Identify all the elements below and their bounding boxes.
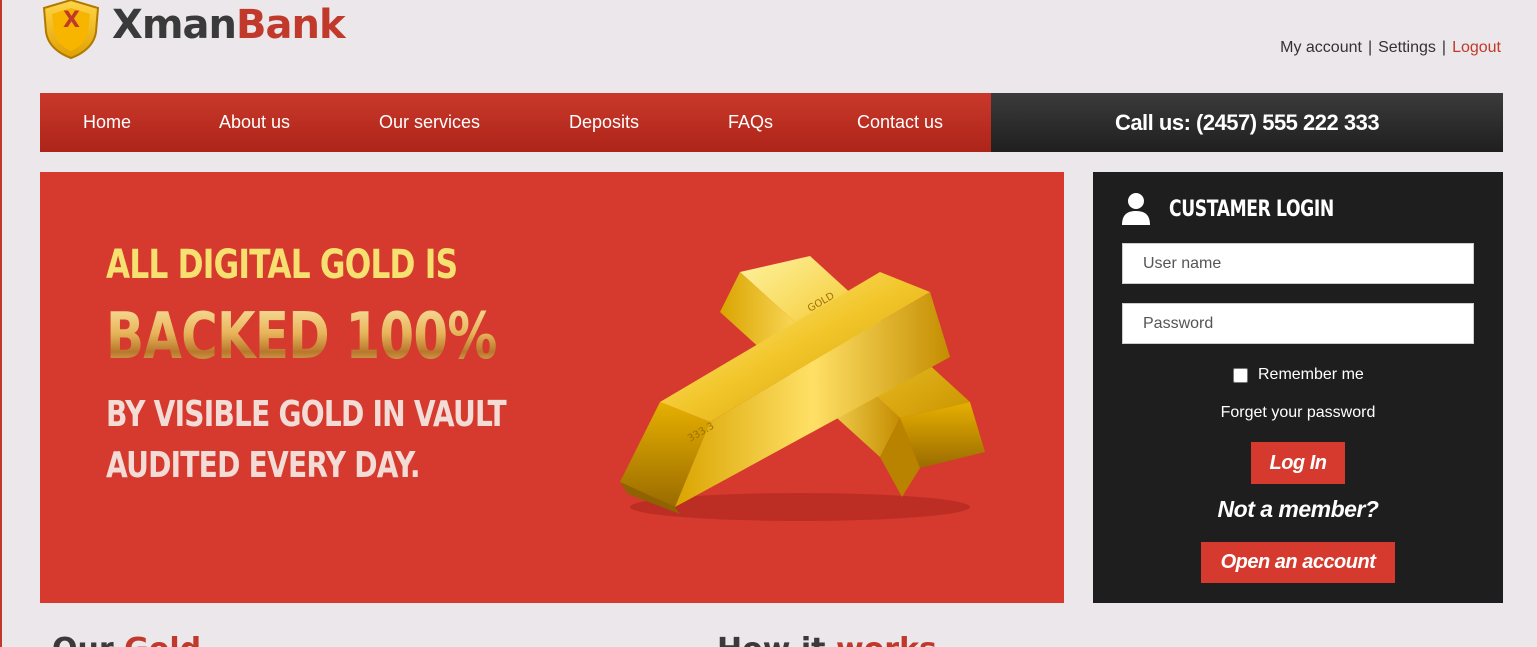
username-input[interactable] — [1122, 243, 1474, 284]
hero-headline-line1: All digital gold is — [106, 242, 458, 288]
nav-item-contact-us[interactable]: Contact us — [857, 112, 943, 133]
how-it-works-heading: How it works — [717, 632, 937, 647]
our-gold-heading-part1: Our — [52, 632, 124, 647]
not-a-member-text: Not a member? — [1217, 496, 1379, 522]
brand-name: XmanBank — [112, 2, 346, 48]
open-account-button[interactable]: Open an account — [1201, 542, 1395, 583]
login-button[interactable]: Log In — [1251, 442, 1345, 484]
nav-item-home[interactable]: Home — [83, 112, 131, 133]
our-gold-heading: Our Gold — [52, 632, 201, 647]
nav-item-about-us[interactable]: About us — [219, 112, 290, 133]
hero-headline-line2: Backed 100% — [106, 300, 497, 374]
brand-name-part1: Xman — [112, 2, 237, 48]
separator: | — [1367, 39, 1373, 56]
logout-link[interactable]: Logout — [1452, 39, 1501, 57]
gold-bars-image: 333.3 GOLD — [620, 256, 985, 521]
remember-me-label: Remember me — [1258, 366, 1364, 383]
brand-name-part2: Bank — [236, 2, 346, 48]
remember-me-checkbox[interactable] — [1233, 367, 1248, 383]
user-icon — [1122, 193, 1150, 225]
customer-login-panel: CUSTAMER LOGIN Remember me Forget your p… — [1093, 172, 1503, 603]
remember-me-row[interactable]: Remember me — [1233, 366, 1364, 384]
shield-letter: X — [63, 8, 80, 33]
call-us-banner: Call us: (2457) 555 222 333 — [991, 93, 1503, 152]
main-nav: Home About us Our services Deposits FAQs… — [40, 93, 1503, 152]
nav-item-faqs[interactable]: FAQs — [728, 112, 773, 133]
nav-item-our-services[interactable]: Our services — [379, 112, 480, 133]
hero-headline-line3: By visible gold in vault — [106, 394, 507, 435]
hero-banner: All digital gold is Backed 100% By visib… — [40, 172, 1064, 603]
utility-nav: My account | Settings | Logout — [1280, 39, 1501, 57]
how-it-works-heading-part1: How it — [717, 632, 836, 647]
our-gold-heading-part2: Gold — [124, 632, 201, 647]
login-title: CUSTAMER LOGIN — [1169, 196, 1334, 222]
login-header: CUSTAMER LOGIN — [1121, 192, 1380, 226]
my-account-link[interactable]: My account — [1280, 39, 1362, 57]
brand-logo[interactable]: X XmanBank — [40, 0, 346, 64]
settings-link[interactable]: Settings — [1378, 39, 1436, 57]
hero-headline-line4: Audited every day. — [106, 445, 421, 486]
forgot-password-link[interactable]: Forget your password — [1093, 404, 1503, 422]
how-it-works-heading-part2: works — [836, 632, 937, 647]
password-input[interactable] — [1122, 303, 1474, 344]
shield-logo-icon: X — [40, 0, 102, 60]
nav-item-deposits[interactable]: Deposits — [569, 112, 639, 133]
main-nav-menu: Home About us Our services Deposits FAQs… — [40, 93, 991, 152]
separator: | — [1441, 39, 1447, 56]
